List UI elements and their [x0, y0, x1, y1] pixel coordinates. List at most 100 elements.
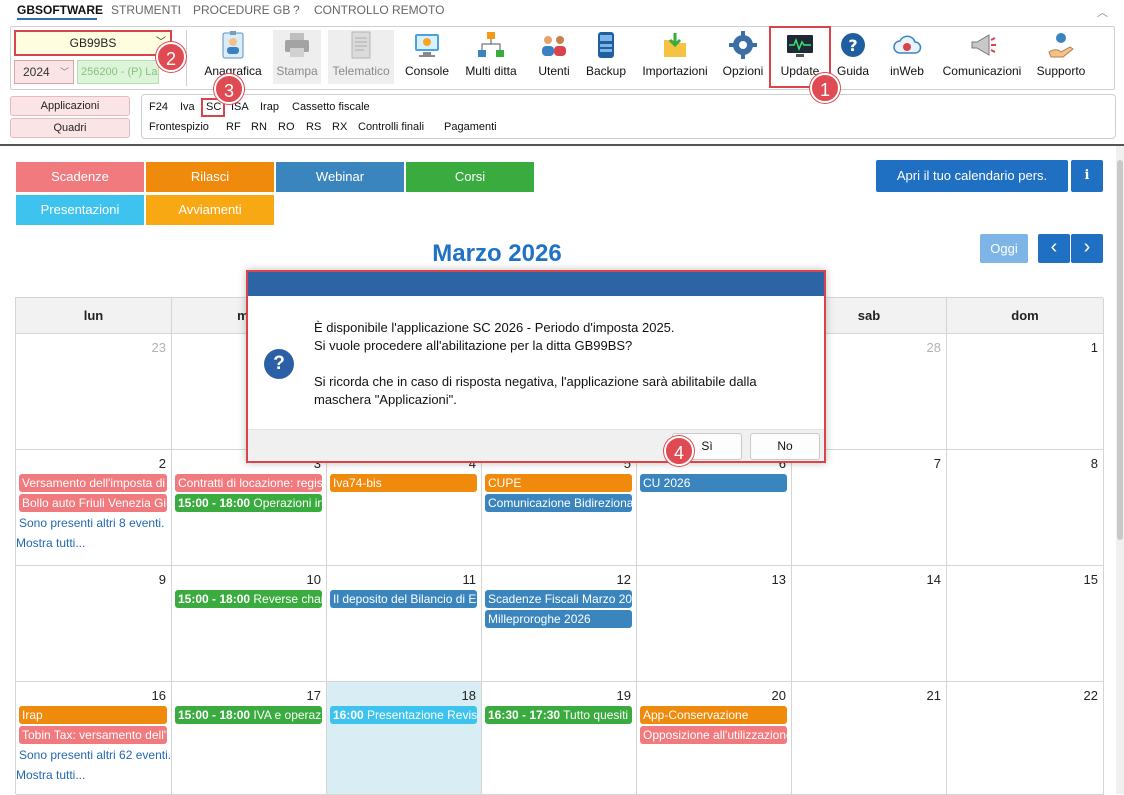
calendar-event[interactable]: CU 2026 — [640, 474, 787, 492]
utenti-button[interactable]: Utenti — [533, 30, 575, 84]
day-cell[interactable]: 14 — [792, 566, 947, 682]
menu-controllo-remoto[interactable]: CONTROLLO REMOTO — [314, 3, 444, 17]
day-cell[interactable]: 16 Irap Tobin Tax: versamento dell'im Sono … — [16, 682, 172, 795]
menu-help[interactable]: ? — [293, 3, 300, 17]
period-field[interactable]: 256200 - (P) La — [77, 60, 159, 84]
day-cell[interactable]: 3 Contratti di locazione: regist 15:00 - 1… — [172, 450, 327, 566]
quadri-button[interactable]: Quadri — [10, 118, 130, 138]
day-cell[interactable]: 7 — [792, 450, 947, 566]
guida-button[interactable]: ? Guida — [834, 30, 872, 84]
utenti-label: Utenti — [538, 64, 570, 78]
backup-button[interactable]: Backup — [584, 30, 628, 84]
chevron-down-icon: ﹀ — [59, 67, 69, 77]
day-cell[interactable]: 9 — [16, 566, 172, 682]
event-title: Comunicazione Bidirezionale — [488, 496, 632, 510]
tab-cassetto-fiscale[interactable]: Cassetto fiscale — [292, 101, 370, 113]
calendar-event[interactable]: Bollo auto Friuli Venezia Giu — [19, 494, 167, 512]
calendar-event[interactable]: Comunicazione Bidirezionale — [485, 494, 632, 512]
tab-ro[interactable]: RO — [278, 121, 295, 133]
category-scadenze[interactable]: Scadenze — [16, 162, 144, 192]
comunicazioni-button[interactable]: Comunicazioni — [938, 30, 1026, 84]
calendar-event[interactable]: Milleproroghe 2026 — [485, 610, 632, 628]
opzioni-button[interactable]: Opzioni — [720, 30, 766, 84]
day-number: 17 — [306, 688, 321, 703]
prev-month-button[interactable]: ‹ — [1038, 234, 1070, 263]
calendar-event[interactable]: App-Conservazione — [640, 706, 787, 724]
category-corsi[interactable]: Corsi — [406, 162, 534, 192]
day-cell[interactable]: 17 15:00 - 18:00 IVA e operazio — [172, 682, 327, 795]
tab-frontespizio[interactable]: Frontespizio — [149, 121, 209, 133]
no-button[interactable]: No — [750, 433, 820, 460]
year-select[interactable]: 2024 ﹀ — [14, 60, 74, 84]
calendar-event[interactable]: Irap — [19, 706, 167, 724]
day-cell[interactable]: 23 — [16, 334, 172, 450]
step-badge-3: 3 — [214, 74, 244, 104]
day-cell[interactable]: 22 — [947, 682, 1104, 795]
multi-ditta-button[interactable]: Multi ditta — [460, 30, 522, 84]
menu-procedure-gb[interactable]: PROCEDURE GB — [193, 3, 290, 17]
supporto-button[interactable]: Supporto — [1033, 30, 1089, 84]
tab-rx[interactable]: RX — [332, 121, 347, 133]
scrollbar-thumb[interactable] — [1117, 160, 1123, 540]
calendar-event[interactable]: 16:30 - 17:30 Tutto quesiti — [485, 706, 632, 724]
tab-controlli-finali[interactable]: Controlli finali — [358, 121, 424, 133]
day-cell[interactable]: 20 App-Conservazione Opposizione all'utili… — [637, 682, 792, 795]
company-select[interactable]: GB99BS ﹀ — [14, 30, 172, 56]
calendar-event[interactable]: 15:00 - 18:00 IVA e operazio — [175, 706, 322, 724]
day-number: 8 — [1090, 456, 1098, 471]
calendar-event[interactable]: 15:00 - 18:00 Operazioni in — [175, 494, 322, 512]
tab-pagamenti[interactable]: Pagamenti — [444, 121, 497, 133]
menu-strumenti[interactable]: STRUMENTI — [111, 3, 181, 17]
day-cell-today[interactable]: 18 16:00 Presentazione Revisio — [327, 682, 482, 795]
event-title: Bollo auto Friuli Venezia Giu — [22, 496, 167, 510]
day-cell[interactable]: 12 Scadenze Fiscali Marzo 2026 Milleprorog… — [482, 566, 637, 682]
calendar-event[interactable]: Tobin Tax: versamento dell'im — [19, 726, 167, 744]
calendar-event[interactable]: Opposizione all'utilizzazione — [640, 726, 787, 744]
day-cell[interactable]: 21 — [792, 682, 947, 795]
tab-irap[interactable]: Irap — [260, 101, 279, 113]
importazioni-button[interactable]: Importazioni — [638, 30, 712, 84]
day-cell[interactable]: 1 — [947, 334, 1104, 450]
calendar-event[interactable]: Il deposito del Bilancio di Es — [330, 590, 477, 608]
console-button[interactable]: Console — [403, 30, 451, 84]
tab-rn[interactable]: RN — [251, 121, 267, 133]
category-avviamenti[interactable]: Avviamenti — [146, 195, 274, 225]
day-cell[interactable]: 19 16:30 - 17:30 Tutto quesiti — [482, 682, 637, 795]
collapse-ribbon-icon[interactable]: ︿ — [1097, 4, 1108, 20]
stampa-button[interactable]: Stampa — [273, 30, 321, 84]
day-cell[interactable]: 6 CU 2026 — [637, 450, 792, 566]
calendar-event[interactable]: 15:00 - 18:00 Reverse charg — [175, 590, 322, 608]
tab-f24[interactable]: F24 — [149, 101, 168, 113]
tab-rf[interactable]: RF — [226, 121, 241, 133]
calendar-event[interactable]: Contratti di locazione: regist — [175, 474, 322, 492]
telematico-button[interactable]: Telematico — [328, 30, 394, 84]
day-cell[interactable]: 10 15:00 - 18:00 Reverse charg — [172, 566, 327, 682]
day-cell[interactable]: 4 Iva74-bis — [327, 450, 482, 566]
show-all-link[interactable]: Mostra tutti... — [16, 768, 85, 782]
show-all-link[interactable]: Mostra tutti... — [16, 536, 85, 550]
day-cell[interactable]: 2 Versamento dell'imposta di Bollo auto Fr… — [16, 450, 172, 566]
applicazioni-button[interactable]: Applicazioni — [10, 96, 130, 116]
calendar-event[interactable]: CUPE — [485, 474, 632, 492]
calendar-event[interactable]: Scadenze Fiscali Marzo 2026 — [485, 590, 632, 608]
today-button[interactable]: Oggi — [980, 234, 1028, 263]
calendar-event[interactable]: Versamento dell'imposta di — [19, 474, 167, 492]
menu-gbsoftware[interactable]: GBSOFTWARE — [17, 3, 103, 17]
tab-rs[interactable]: RS — [306, 121, 321, 133]
category-rilasci[interactable]: Rilasci — [146, 162, 274, 192]
calendar-event[interactable]: Iva74-bis — [330, 474, 477, 492]
category-webinar[interactable]: Webinar — [276, 162, 404, 192]
day-cell[interactable]: 5 CUPE Comunicazione Bidirezionale — [482, 450, 637, 566]
calendar-event[interactable]: 16:00 Presentazione Revisio — [330, 706, 477, 724]
inweb-button[interactable]: inWeb — [884, 30, 930, 84]
day-cell[interactable]: 13 — [637, 566, 792, 682]
tab-iva[interactable]: Iva — [180, 101, 195, 113]
day-cell[interactable]: 15 — [947, 566, 1104, 682]
day-cell[interactable]: 11 Il deposito del Bilancio di Es — [327, 566, 482, 682]
import-icon — [660, 30, 690, 60]
info-button[interactable]: i — [1071, 160, 1103, 192]
day-cell[interactable]: 8 — [947, 450, 1104, 566]
open-personal-calendar-button[interactable]: Apri il tuo calendario pers. — [876, 160, 1068, 192]
category-presentazioni[interactable]: Presentazioni — [16, 195, 144, 225]
next-month-button[interactable]: › — [1071, 234, 1103, 263]
